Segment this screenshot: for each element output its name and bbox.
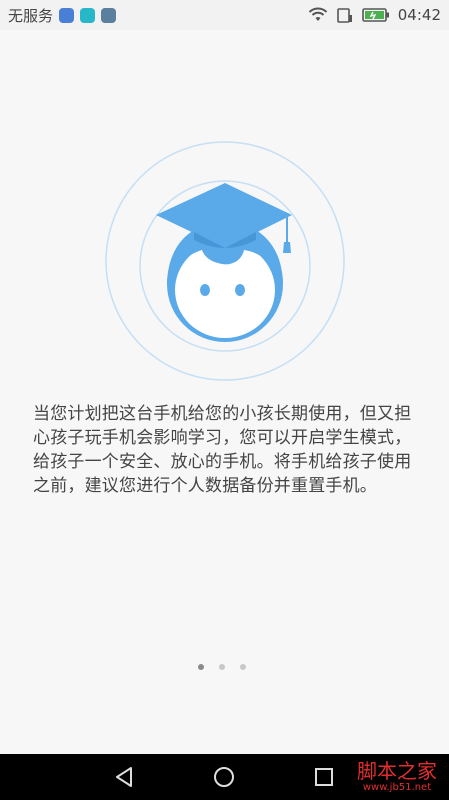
carrier-label: 无服务 — [8, 6, 54, 25]
navigation-bar: 脚本之家 www.jb51.net — [0, 754, 449, 800]
shield-app-icon — [59, 7, 75, 23]
page-dot-3[interactable] — [240, 664, 246, 670]
home-icon[interactable] — [212, 765, 236, 789]
watermark-url: www.jb51.net — [362, 782, 432, 793]
recents-icon[interactable] — [312, 765, 336, 789]
wifi-icon — [308, 7, 327, 21]
intro-page: 当您计划把这台手机给您的小孩长期使用，但又担心孩子玩手机会影响学习，您可以开启学… — [0, 30, 449, 754]
page-dot-1[interactable] — [198, 664, 204, 670]
battery-icon — [361, 8, 389, 22]
back-icon[interactable] — [112, 765, 136, 789]
status-right: 04:42 — [308, 6, 441, 24]
page-indicator — [198, 664, 246, 670]
page-dot-2[interactable] — [219, 664, 225, 670]
pen-app-icon — [80, 7, 96, 23]
watermark: 脚本之家 www.jb51.net — [357, 760, 437, 793]
clock: 04:42 — [397, 6, 441, 24]
graduation-cap-icon — [156, 183, 292, 253]
student-mode-description: 当您计划把这台手机给您的小孩长期使用，但又担心孩子玩手机会影响学习，您可以开启学… — [33, 404, 412, 496]
sim-icon — [336, 8, 352, 23]
status-bar: 无服务 04:42 — [0, 0, 449, 30]
gallery-app-icon — [101, 7, 117, 23]
status-left: 无服务 — [8, 5, 117, 26]
watermark-title: 脚本之家 — [357, 759, 437, 783]
student-mode-illustration — [105, 141, 345, 381]
